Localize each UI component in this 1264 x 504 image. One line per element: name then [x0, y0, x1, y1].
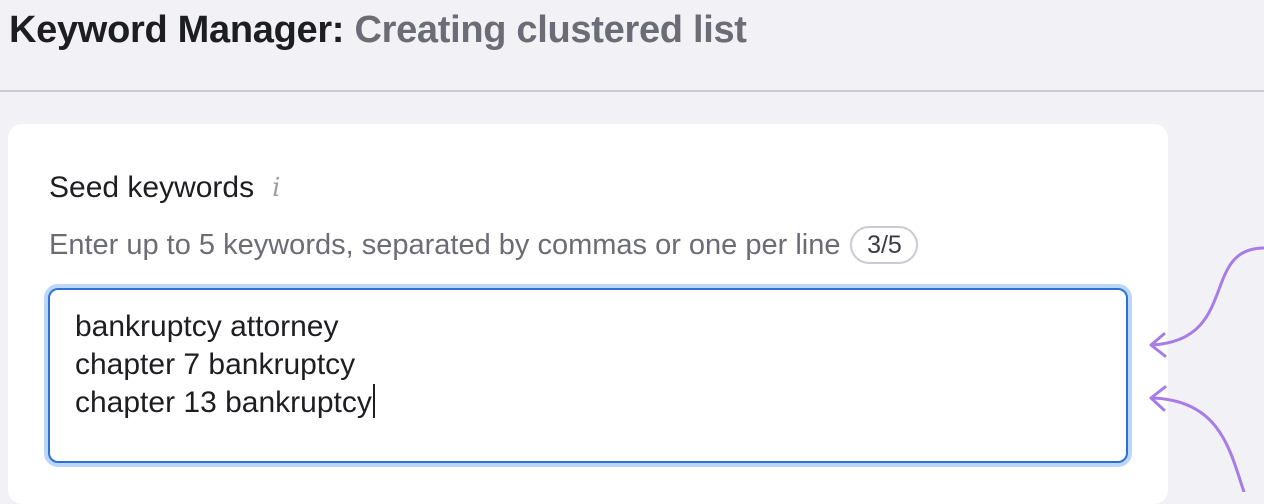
- curved-arrow-top: [1150, 246, 1264, 347]
- seed-keywords-helper-row: Enter up to 5 keywords, separated by com…: [49, 226, 919, 264]
- info-icon[interactable]: i: [272, 173, 280, 203]
- seed-keywords-helper-text: Enter up to 5 keywords, separated by com…: [49, 229, 841, 261]
- seed-keywords-label-row: Seed keywords i: [49, 170, 280, 206]
- keyword-line: chapter 7 bankruptcy: [75, 348, 356, 381]
- curved-arrow-bottom: [1150, 396, 1246, 492]
- page-title-subtitle: Creating clustered list: [354, 9, 747, 51]
- curved-arrow-icon: [1149, 246, 1264, 492]
- keyword-line-text: chapter 13 bankruptcy: [75, 386, 372, 419]
- seed-keywords-textarea[interactable]: bankruptcy attorney chapter 7 bankruptcy…: [48, 288, 1128, 463]
- page-header: Keyword Manager: Creating clustered list: [0, 0, 1264, 92]
- keyword-line: chapter 13 bankruptcy: [75, 384, 1101, 422]
- seed-keywords-label: Seed keywords: [49, 171, 255, 204]
- keyword-count-badge: 3/5: [850, 226, 919, 264]
- seed-keywords-focus-ring: bankruptcy attorney chapter 7 bankruptcy…: [44, 284, 1132, 467]
- seed-keywords-card: Seed keywords i Enter up to 5 keywords, …: [8, 124, 1168, 504]
- page-title-main: Keyword Manager:: [9, 9, 345, 51]
- text-caret: [372, 384, 375, 418]
- page-title: Keyword Manager: Creating clustered list: [9, 8, 747, 52]
- keyword-line: bankruptcy attorney: [75, 310, 339, 343]
